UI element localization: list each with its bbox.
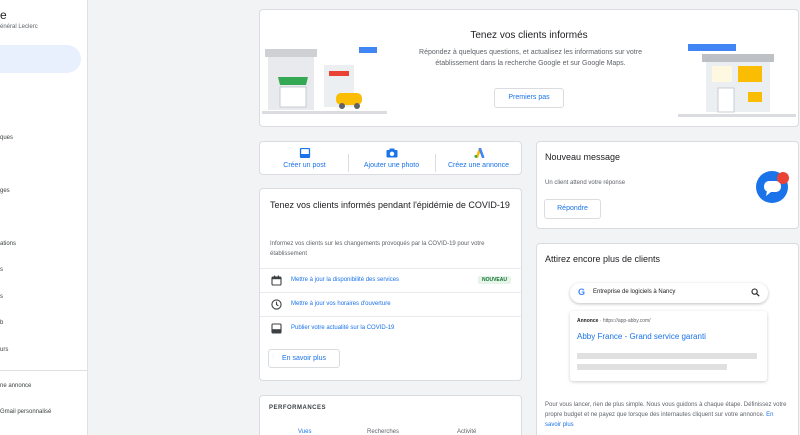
tab-views[interactable]: Vues — [298, 429, 311, 435]
sidebar-item[interactable]: ations — [0, 241, 16, 247]
covid-title: Tenez vos clients informés pendant l'épi… — [270, 200, 510, 210]
attract-customers-card: Attirez encore plus de clients G Entrepr… — [536, 243, 799, 435]
update-hours-link[interactable]: Mettre à jour vos horaires d'ouverture — [291, 301, 391, 307]
tab-activity[interactable]: Activité — [457, 429, 476, 435]
sidebar-item[interactable]: ques — [0, 135, 13, 141]
attract-title: Attirez encore plus de clients — [545, 254, 661, 264]
performance-title: PERFORMANCES — [269, 405, 327, 411]
google-ads-icon — [473, 148, 484, 158]
message-text: Un client attend votre réponse — [545, 180, 626, 186]
chat-bubble-icon — [756, 171, 789, 203]
post-icon — [271, 323, 282, 334]
ad-label: Annonce — [577, 318, 599, 324]
sidebar-item[interactable]: urs — [0, 347, 8, 353]
covid-description: Informez vos clients sur les changements… — [270, 241, 485, 257]
camera-icon — [386, 148, 397, 158]
create-post-button[interactable]: Créer un post — [262, 148, 347, 169]
covid-update-link[interactable]: Publier votre actualité sur la COVID-19 — [291, 325, 394, 331]
sidebar-divider — [0, 370, 87, 371]
ad-preview: Annonce · https://app-abby.com/ Abby Fra… — [570, 311, 767, 381]
add-photo-button[interactable]: Ajouter une photo — [349, 148, 434, 169]
new-badge: NOUVEAU — [477, 276, 511, 284]
list-item[interactable]: Publier votre actualité sur la COVID-19 — [260, 316, 523, 340]
placeholder-line — [577, 364, 727, 370]
cafe-illustration — [678, 44, 796, 117]
search-preview: G Entreprise de logiciels à Nancy — [570, 283, 768, 303]
sidebar-item[interactable]: s — [0, 267, 3, 273]
clock-icon — [271, 299, 282, 310]
sidebar-item-active[interactable] — [0, 45, 81, 73]
storefront-illustration — [262, 47, 387, 114]
add-photo-label: Ajouter une photo — [363, 162, 420, 169]
get-started-button[interactable]: Premiers pas — [494, 88, 564, 108]
quick-actions-bar: Créer un post Ajouter une photo Créez un… — [259, 141, 522, 175]
ad-title: Abby France - Grand service garanti — [577, 332, 706, 341]
attract-description: Pour vous lancer, rien de plus simple. N… — [545, 402, 787, 428]
google-logo-icon: G — [578, 287, 586, 297]
message-title: Nouveau message — [545, 152, 621, 162]
post-icon — [299, 148, 310, 158]
hero-card: Tenez vos clients informés Répondez à qu… — [259, 9, 799, 127]
search-icon — [751, 288, 760, 297]
sidebar-item[interactable]: s — [0, 294, 3, 300]
sidebar: e énéral Leclerc ques ges ations s s b u… — [0, 0, 88, 435]
performance-card: PERFORMANCES Vues Recherches Activité — [259, 395, 522, 435]
placeholder-line — [577, 353, 757, 359]
sidebar-item-create-ad[interactable]: ne annonce — [0, 383, 31, 389]
tab-searches[interactable]: Recherches — [367, 429, 399, 435]
reply-button[interactable]: Répondre — [544, 199, 601, 219]
calendar-icon — [271, 275, 282, 286]
create-post-label: Créer un post — [283, 162, 326, 169]
business-name: e — [0, 8, 7, 22]
learn-more-button[interactable]: En savoir plus — [268, 349, 340, 368]
ad-url: · https://app-abby.com/ — [599, 318, 651, 324]
new-message-card: Nouveau message Un client attend votre r… — [536, 141, 799, 229]
list-item[interactable]: Mettre à jour vos horaires d'ouverture — [260, 292, 523, 316]
list-item[interactable]: Mettre à jour la disponibilité des servi… — [260, 268, 523, 292]
search-query: Entreprise de logiciels à Nancy — [593, 289, 676, 295]
hero-description: Répondez à quelques questions, et actual… — [419, 49, 642, 67]
sidebar-item[interactable]: b — [0, 320, 3, 326]
business-address: énéral Leclerc — [0, 24, 38, 30]
covid-card: Tenez vos clients informés pendant l'épi… — [259, 188, 523, 381]
sidebar-item[interactable]: ges — [0, 188, 10, 194]
create-ad-label: Créez une annonce — [447, 162, 510, 169]
update-services-link[interactable]: Mettre à jour la disponibilité des servi… — [291, 277, 399, 283]
sidebar-item-gmail[interactable]: Gmail personnalisé — [0, 409, 51, 415]
create-ad-button[interactable]: Créez une annonce — [436, 148, 521, 169]
